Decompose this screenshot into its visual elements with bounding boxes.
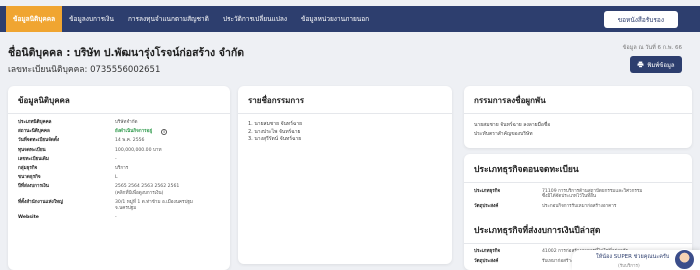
request-certificate-button[interactable]: ขอหนังสือรับรอง [603,11,678,28]
registration-number: 0735556002651 [90,65,161,75]
directors-list: 1. นายสมชาย จันทร์ฉาย 2. นางประไพ จันทร์… [238,114,452,151]
chat-service-label[interactable]: (รับบริการ) [618,262,640,269]
info-row-registration-date: วันที่จดทะเบียนจัดตั้ง 14 พ.ค. 2556 [18,138,220,144]
info-row-website: Website - [18,215,220,221]
printer-icon [637,61,644,68]
info-label: วันที่จดทะเบียนจัดตั้ง [18,138,60,144]
info-row-capital: ทุนจดทะเบียน 100,000,000.00 บาท [18,148,220,154]
latest-business-type-title: ประเภทธุรกิจที่ส่งงบการเงินปีล่าสุด [464,215,692,245]
tab-juristic-info[interactable]: ข้อมูลนิติบุคคล [6,6,63,32]
tab-financial-statements[interactable]: ข้อมูลงบการเงิน [62,6,121,32]
info-label: ขนาดธุรกิจ [18,175,41,181]
info-label: ประเภทนิติบุคคล [18,120,52,125]
info-value: บริษัทจำกัด [115,120,138,125]
info-row-business-size: ขนาดธุรกิจ L [18,175,220,181]
info-value: 100,000,000.00 บาท [115,147,162,153]
list-item: 3. นางสุรีรัตน์ จันทร์ฉาย [248,136,302,143]
tab-change-history[interactable]: ประวัติการเปลี่ยนแปลง [216,6,294,32]
authorized-signatories-card-title: กรรมการลงชื่อผูกพัน [464,86,692,114]
biz-row-registered-type-cont: ซึ่งมิได้จัดประเภทไว้ในที่อื่น [464,194,692,199]
info-value: - [115,215,117,221]
info-label: เลขทะเบียนเดิม [18,156,49,162]
info-value: จ.นครปฐม [115,206,137,212]
registered-business-type-title: ประเภทธุรกิจตอนจดทะเบียน [464,154,692,183]
info-label: สถานะนิติบุคคล [18,129,50,135]
list-item: 1. นายสมชาย จันทร์ฉาย [248,121,303,127]
biz-label: วัตถุประสงค์ [474,258,499,264]
data-as-of-date: ข้อมูล ณ วันที่ 6 ก.พ. 66 [622,45,682,51]
info-value: (คลิกที่ปีเพื่อดูงบการเงิน) [115,190,164,196]
registration-line: เลขทะเบียนนิติบุคคล: 0735556002651 [8,62,160,76]
authorized-signatories-text: นายสมชาย จันทร์ฉาย ลงลายมือชื่อ ประทับตร… [464,114,692,146]
info-value: 14 พ.ค. 2556 [115,138,145,144]
info-value: - [115,156,117,162]
status-value: ยังดำเนินกิจการอยู่ i [115,129,168,136]
chatbot-avatar[interactable] [674,249,695,270]
tab-investment-by-nationality[interactable]: การลงทุนจำแนกตามสัญชาติ [121,6,216,32]
directors-card: รายชื่อกรรมการ 1. นายสมชาย จันทร์ฉาย 2. … [238,86,452,264]
info-row-address-cont: จ.นครปฐม [18,206,220,212]
main-navbar: ข้อมูลนิติบุคคล ข้อมูลงบการเงิน การลงทุน… [0,6,700,32]
chat-prompt[interactable]: ให้น้อง SUPER ช่วยคุณนะครับ [596,253,669,261]
print-button[interactable]: พิมพ์ข้อมูล [630,56,682,73]
info-label: ทุนจดทะเบียน [18,147,46,153]
info-icon[interactable]: i [161,129,168,136]
juristic-info-table: ประเภทนิติบุคคล บริษัทจำกัด สถานะนิติบุค… [8,114,230,230]
biz-label: ประเภทธุรกิจ [474,249,501,255]
info-row-status: สถานะนิติบุคคล ยังดำเนินกิจการอยู่ i [18,129,220,136]
info-row-old-reg-number: เลขทะเบียนเดิม - [18,157,220,163]
registration-label: เลขทะเบียนนิติบุคคล: [8,65,88,75]
biz-label [474,194,542,199]
info-row-financial-years-hint: (คลิกที่ปีเพื่อดูงบการเงิน) [18,191,220,197]
biz-value: ประกอบกิจการรับเหมาก่อสร้างอาคาร [542,203,617,209]
list-item: นายสมชาย จันทร์ฉาย ลงลายมือชื่อ [474,122,551,128]
juristic-info-card-title: ข้อมูลนิติบุคคล [8,86,230,114]
info-label: กลุ่มธุรกิจ [18,166,38,172]
biz-label: วัตถุประสงค์ [474,203,499,209]
juristic-info-card: ข้อมูลนิติบุคคล ประเภทนิติบุคคล บริษัทจำ… [8,86,230,270]
info-label [18,191,115,197]
info-value: บริการ [115,166,129,172]
info-row-business-group: กลุ่มธุรกิจ บริการ [18,166,220,172]
list-item: ประทับตราสำคัญของบริษัท [474,131,533,137]
company-title: ชื่อนิติบุคคล : บริษัท ป.พัฒนารุ่งโรจน์ก… [8,47,245,59]
info-value: L [115,175,118,181]
biz-row-registered-objective: วัตถุประสงค์ ประกอบกิจการรับเหมาก่อสร้าง… [464,204,692,209]
status-text: ยังดำเนินกิจการอยู่ [115,129,153,135]
info-label [18,206,115,212]
authorized-signatories-card: กรรมการลงชื่อผูกพัน นายสมชาย จันทร์ฉาย ล… [464,86,692,148]
directors-card-title: รายชื่อกรรมการ [238,86,452,114]
biz-value: ซึ่งมิได้จัดประเภทไว้ในที่อื่น [542,194,597,200]
info-label: Website [18,215,39,221]
tab-external-agencies[interactable]: ข้อมูลหน่วยงานภายนอก [294,6,376,32]
info-row-type: ประเภทนิติบุคคล บริษัทจำกัด [18,120,220,126]
print-button-label: พิมพ์ข้อมูล [647,61,675,69]
